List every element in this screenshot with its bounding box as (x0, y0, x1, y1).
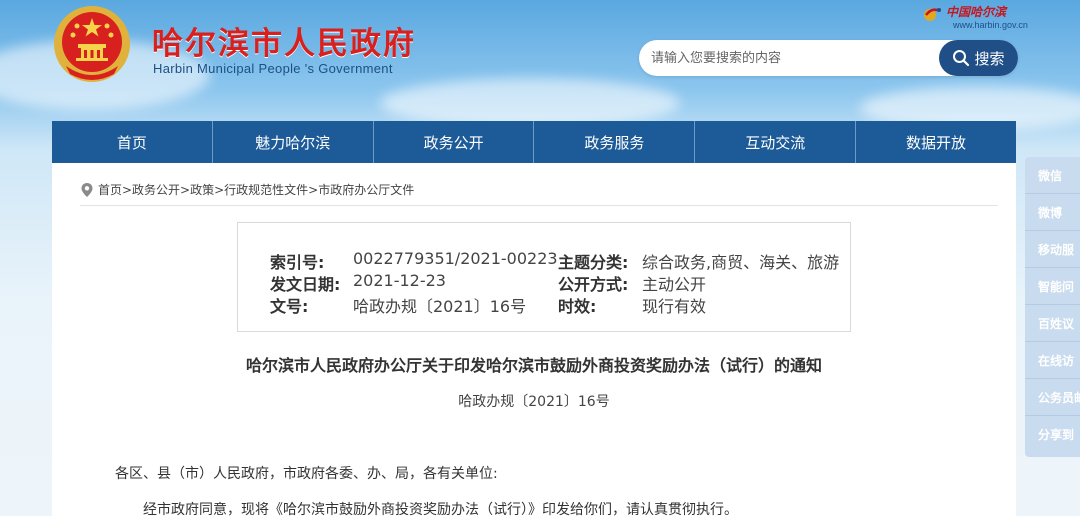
nav-item-home[interactable]: 首页 (52, 121, 213, 163)
search-button-label: 搜索 (974, 50, 1005, 68)
side-item-public-discussion[interactable]: 百姓议 (1025, 305, 1080, 342)
side-item-online-interview[interactable]: 在线访 (1025, 342, 1080, 379)
divider (80, 205, 998, 206)
side-item-smart-qa[interactable]: 智能问 (1025, 268, 1080, 305)
meta-topic-value: 综合政务,商贸、海关、旅游 (642, 253, 840, 272)
site-title[interactable]: 哈尔滨市人民政府 (152, 18, 416, 63)
content-panel: 首页>政务公开>政策>行政规范性文件>市政府办公厅文件 索引号: 0022779… (52, 163, 1016, 516)
national-emblem-icon[interactable] (52, 4, 132, 84)
main-nav: 首页 魅力哈尔滨 政务公开 政务服务 互动交流 数据开放 (52, 121, 1016, 163)
site-subtitle: Harbin Municipal People 's Government (153, 61, 393, 76)
side-float-panel: 微信 微博 移动服 智能问 百姓议 在线访 公务员邮 分享到 (1025, 157, 1080, 457)
meta-index-value: 0022779351/2021-00223 (353, 249, 558, 268)
location-icon (81, 182, 93, 197)
nav-item-interaction[interactable]: 互动交流 (695, 121, 857, 163)
meta-validity-value: 现行有效 (642, 297, 707, 316)
side-item-share[interactable]: 分享到 (1025, 416, 1080, 453)
search-icon (953, 50, 970, 67)
meta-index-label: 索引号: (270, 253, 325, 272)
nav-item-government-services[interactable]: 政务服务 (534, 121, 696, 163)
document-salutation: 各区、县（市）人民政府，市政府各委、办、局，各有关单位: (115, 466, 498, 482)
meta-publish-value: 主动公开 (642, 275, 707, 294)
harbin-brand-logo[interactable]: 中国哈尔滨 www.harbin.gov.cn (922, 3, 1028, 31)
nav-item-government-affairs[interactable]: 政务公开 (374, 121, 535, 163)
meta-docno-value: 哈政办规〔2021〕16号 (353, 297, 527, 316)
search-input[interactable] (651, 48, 931, 68)
site-header: 哈尔滨市人民政府 Harbin Municipal People 's Gove… (0, 0, 1080, 130)
breadcrumb: 首页>政务公开>政策>行政规范性文件>市政府办公厅文件 (80, 181, 414, 198)
search-button[interactable]: 搜索 (939, 40, 1018, 76)
nav-item-open-data[interactable]: 数据开放 (856, 121, 1016, 163)
meta-date-value: 2021-12-23 (353, 271, 446, 290)
meta-publish-label: 公开方式: (558, 275, 629, 294)
document-paragraph: 经市政府同意，现将《哈尔滨市鼓励外商投资奖励办法（试行）》印发给你们，请认真贯彻… (143, 502, 738, 516)
side-item-wechat[interactable]: 微信 (1025, 157, 1080, 194)
meta-topic-label: 主题分类: (558, 253, 629, 272)
brand-url: www.harbin.gov.cn (953, 20, 1028, 30)
brand-name: 中国哈尔滨 (946, 5, 1007, 19)
meta-validity-label: 时效: (558, 297, 597, 316)
side-item-civil-servant-mail[interactable]: 公务员邮 (1025, 379, 1080, 416)
side-item-mobile-service[interactable]: 移动服 (1025, 231, 1080, 268)
document-meta-box: 索引号: 0022779351/2021-00223 主题分类: 综合政务,商贸… (237, 222, 851, 332)
meta-docno-label: 文号: (270, 297, 309, 316)
document-title: 哈尔滨市人民政府办公厅关于印发哈尔滨市鼓励外商投资奖励办法（试行）的通知 (245, 356, 822, 375)
search-box: 搜索 (639, 40, 1018, 76)
meta-date-label: 发文日期: (270, 275, 341, 294)
harbin-logo-icon (924, 8, 941, 21)
nav-item-charm-harbin[interactable]: 魅力哈尔滨 (213, 121, 374, 163)
document-number: 哈政办规〔2021〕16号 (458, 394, 610, 410)
side-item-weibo[interactable]: 微博 (1025, 194, 1080, 231)
breadcrumb-text[interactable]: 首页>政务公开>政策>行政规范性文件>市政府办公厅文件 (98, 181, 414, 198)
